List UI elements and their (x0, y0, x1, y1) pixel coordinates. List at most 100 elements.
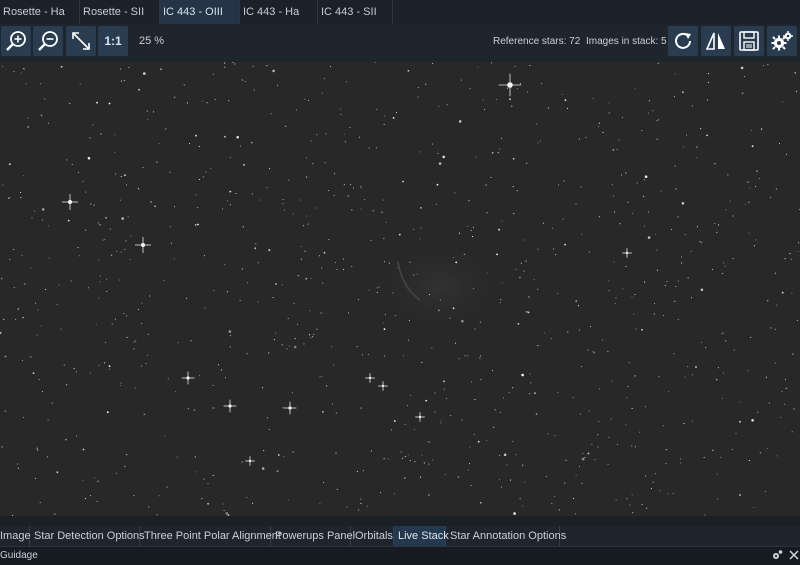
star (123, 80, 125, 82)
star (96, 500, 98, 502)
star (330, 66, 332, 68)
star (239, 145, 242, 147)
star (121, 217, 124, 220)
star (657, 119, 659, 121)
star (707, 81, 709, 84)
star (115, 173, 117, 175)
star (340, 113, 342, 115)
star (722, 273, 724, 275)
tab-powerups-panel[interactable]: Powerups Panel (271, 526, 355, 546)
tab-orbitals[interactable]: Orbitals (351, 526, 394, 546)
star (677, 280, 680, 282)
star (321, 375, 323, 377)
tab-rosette-sii[interactable]: Rosette - SII (80, 0, 160, 24)
star (2, 184, 4, 186)
star (356, 470, 358, 473)
star (66, 384, 68, 386)
tab-rosette-ha[interactable]: Rosette - Ha (0, 0, 80, 24)
tab-image[interactable]: Image (0, 526, 31, 546)
star (608, 290, 610, 292)
star (587, 452, 590, 455)
fit-to-screen-button[interactable] (66, 26, 96, 56)
star (392, 117, 395, 119)
star (116, 250, 118, 253)
star (553, 495, 556, 497)
zoom-in-button[interactable] (1, 26, 31, 56)
star (612, 149, 615, 151)
star (188, 143, 191, 145)
star (197, 206, 199, 209)
star (292, 451, 294, 453)
star (557, 391, 559, 393)
star (306, 176, 308, 178)
star (662, 425, 664, 427)
star (201, 498, 203, 500)
star (691, 374, 694, 376)
star (482, 99, 484, 101)
star (598, 420, 600, 423)
star (436, 183, 439, 186)
star (252, 502, 254, 504)
star (30, 267, 32, 269)
star (47, 122, 50, 124)
star (222, 503, 224, 505)
star (437, 152, 439, 155)
star (796, 319, 798, 322)
tab-three-point-polar-alignment[interactable]: Three Point Polar Alignment (140, 526, 281, 546)
star (275, 283, 277, 285)
star (404, 423, 406, 426)
star (114, 134, 116, 136)
star (82, 448, 85, 451)
star (120, 382, 122, 384)
star (352, 187, 355, 189)
star (48, 257, 50, 259)
star (169, 171, 171, 173)
tab-label: Star Annotation Options (450, 530, 567, 542)
star (103, 362, 106, 364)
star (316, 207, 318, 209)
star (282, 203, 284, 205)
star (130, 235, 132, 237)
settings-button[interactable] (767, 26, 797, 56)
star (99, 275, 101, 277)
tab-star-annotation-options[interactable]: Star Annotation Options (446, 526, 566, 546)
star (621, 116, 623, 118)
star (47, 225, 49, 227)
star (0, 331, 2, 333)
tab-ic443-oiii[interactable]: IC 443 - OIII (160, 0, 240, 24)
star (121, 80, 123, 82)
tab-ic443-ha[interactable]: IC 443 - Ha (240, 0, 318, 24)
star (601, 339, 604, 341)
star (781, 390, 783, 392)
refresh-button[interactable] (668, 26, 698, 56)
star (228, 100, 230, 102)
star (128, 66, 130, 69)
settings-small-icon[interactable] (771, 549, 783, 561)
star (511, 105, 513, 107)
one-to-one-button[interactable]: 1:1 (98, 26, 128, 56)
star (126, 336, 128, 338)
zoom-out-button[interactable] (33, 26, 63, 56)
star (438, 162, 442, 165)
star (743, 75, 746, 78)
tab-star-detection-options[interactable]: Star Detection Options (30, 526, 145, 546)
save-button[interactable] (734, 26, 764, 56)
star (501, 220, 503, 222)
star (577, 305, 580, 307)
star (499, 454, 501, 456)
star (497, 152, 499, 154)
star (501, 137, 503, 139)
tab-live-stack[interactable]: Live Stack (394, 526, 449, 546)
star (572, 497, 575, 500)
star (750, 336, 752, 338)
close-icon[interactable] (788, 549, 800, 561)
star (643, 195, 645, 197)
astro-image-viewport[interactable] (0, 62, 800, 516)
flip-button[interactable] (701, 26, 731, 56)
star (242, 226, 244, 228)
star (793, 408, 795, 410)
star (206, 102, 208, 104)
star (400, 451, 402, 453)
tab-ic443-sii[interactable]: IC 443 - SII (318, 0, 393, 24)
star (393, 420, 396, 422)
